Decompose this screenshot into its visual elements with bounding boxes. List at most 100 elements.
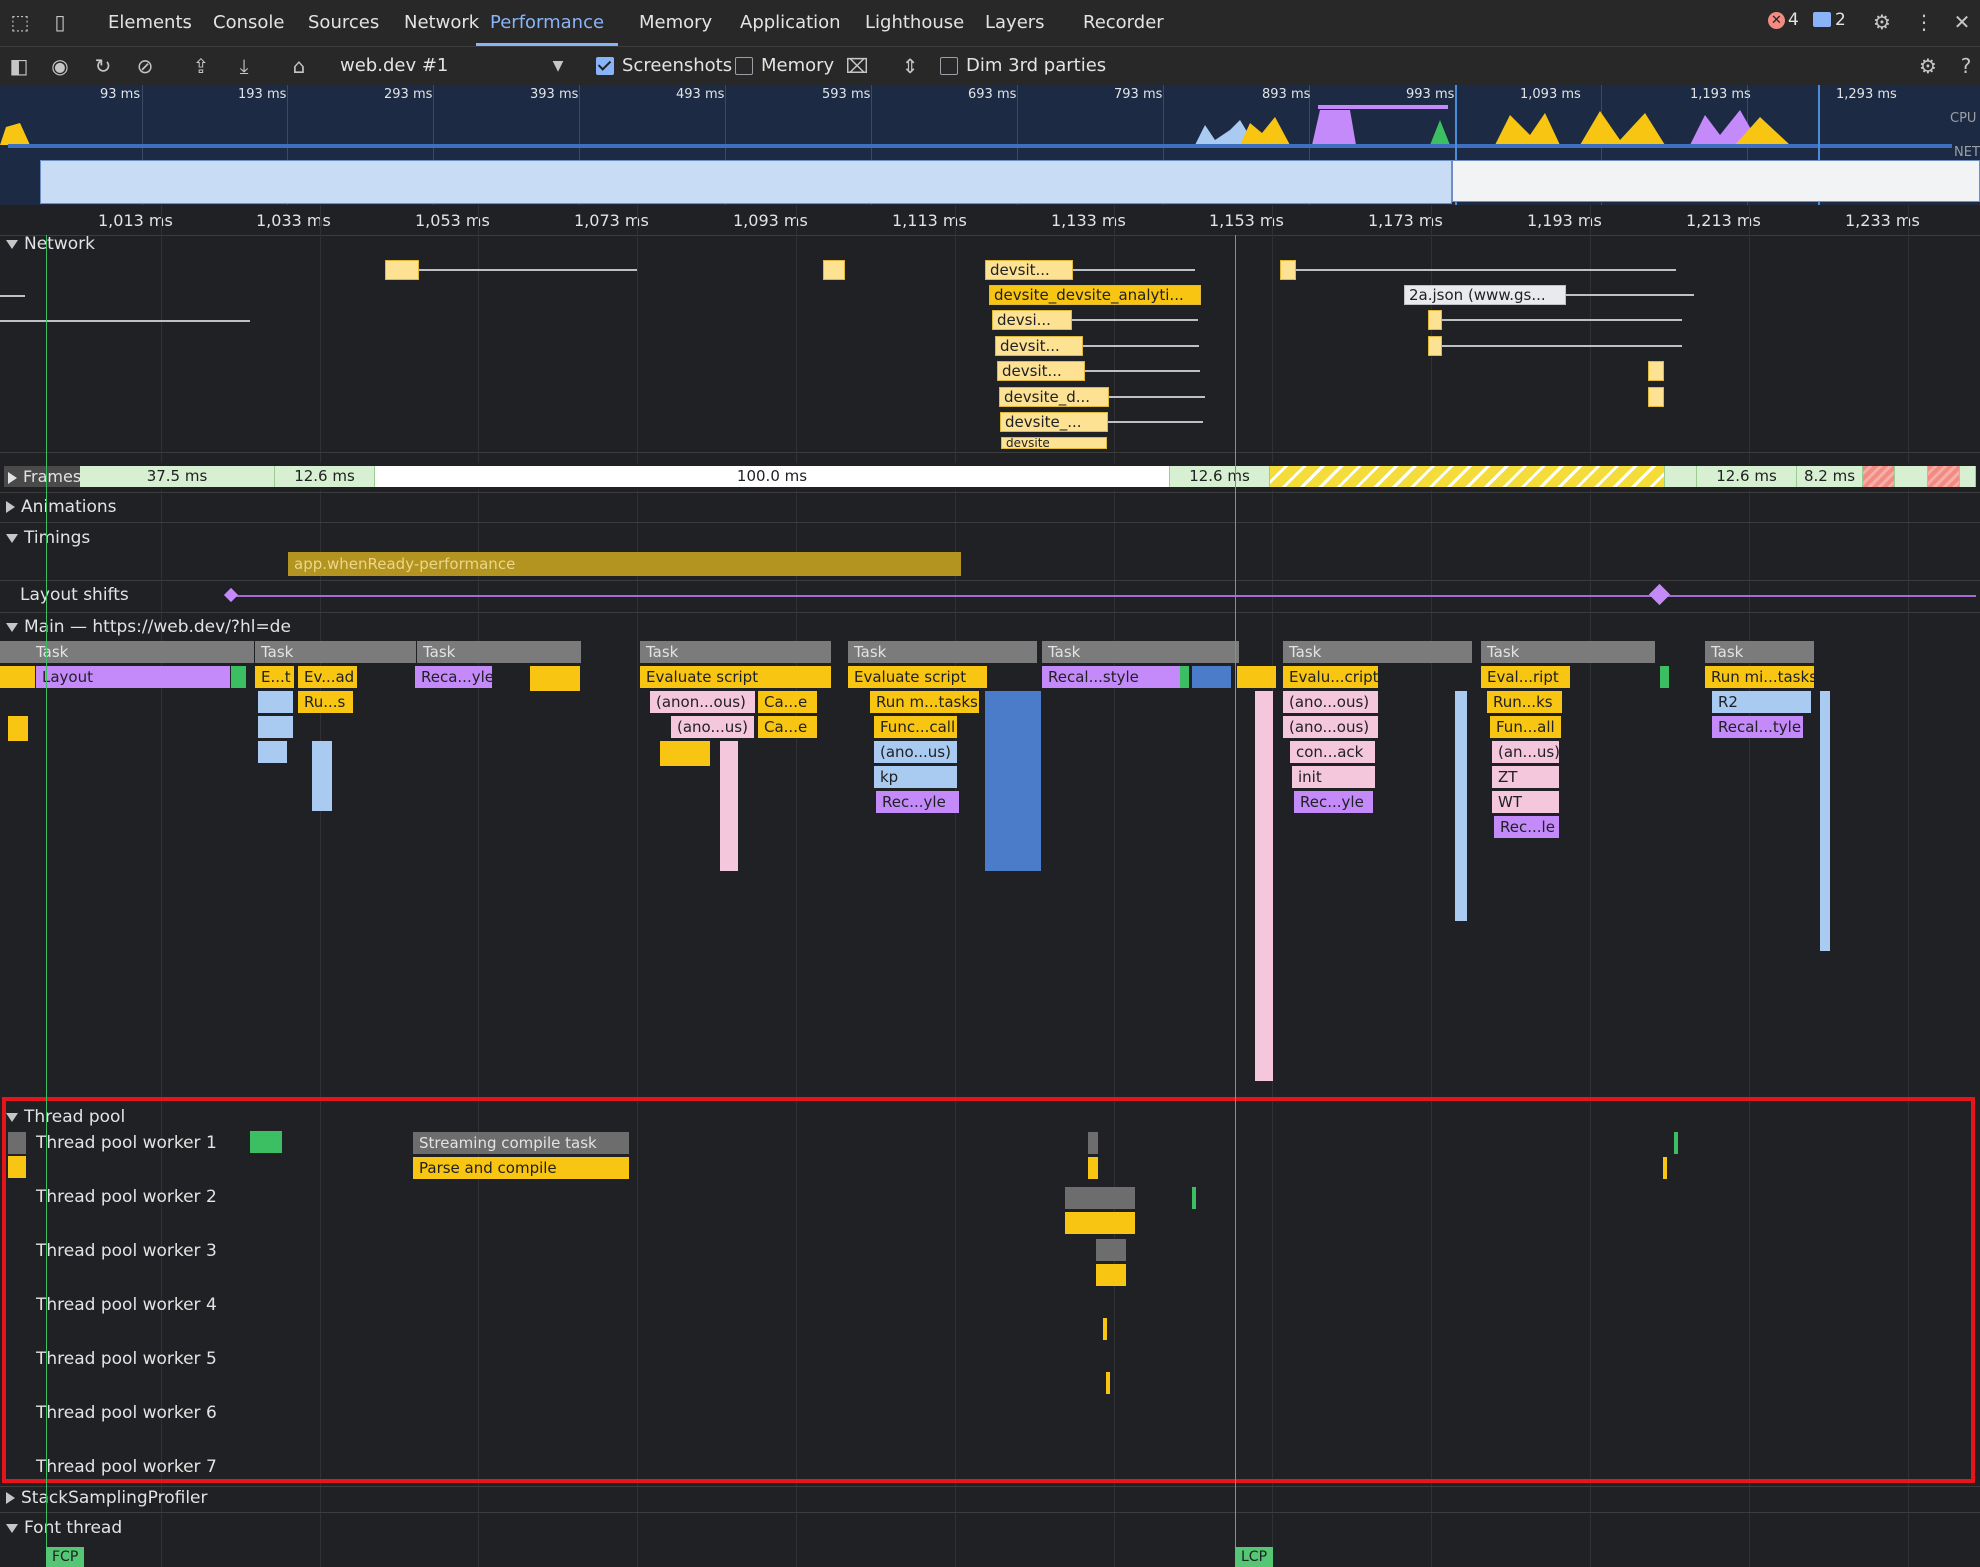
network-request[interactable]: devsite_... (1000, 412, 1108, 432)
network-track-header[interactable]: Network (6, 234, 95, 254)
layout-shift-marker[interactable] (223, 587, 239, 603)
tab-elements[interactable]: Elements (108, 0, 192, 46)
fcp-marker[interactable]: FCP (46, 1547, 85, 1567)
flame-task[interactable]: Task (0, 641, 255, 663)
flame-entry[interactable]: Ca...e (758, 691, 818, 713)
flame-entry[interactable] (1180, 666, 1190, 688)
network-request[interactable]: devsite (1001, 437, 1107, 449)
flame-entry[interactable]: E...t (255, 666, 295, 688)
clear-icon[interactable]: ⊘ (132, 53, 158, 79)
network-request[interactable] (823, 260, 845, 280)
more-options-icon[interactable]: ⋮ (1912, 10, 1936, 34)
tab-recorder[interactable]: Recorder (1083, 0, 1164, 46)
flame-task[interactable]: Task (1042, 641, 1240, 663)
flame-entry[interactable]: (anon...ous) (650, 691, 756, 713)
dropped-frame[interactable] (1928, 466, 1960, 487)
flame-entry[interactable]: (an...us) (1492, 741, 1560, 763)
main-track-header[interactable]: Main — https://web.dev/?hl=de (6, 617, 291, 637)
download-icon[interactable]: ⤓ (231, 53, 257, 79)
flame-task[interactable]: Task (1705, 641, 1815, 663)
flame-entry[interactable]: Ca...e (758, 716, 818, 738)
flame-entry[interactable]: con...ack (1290, 741, 1376, 763)
tab-layers[interactable]: Layers (985, 0, 1045, 46)
help-icon[interactable]: ? (1953, 53, 1979, 79)
flame-entry[interactable] (1660, 666, 1670, 688)
frame-bar[interactable]: 12.6 ms (1170, 466, 1270, 487)
flame-entry[interactable]: Recal...style (1042, 666, 1182, 688)
flame-entry[interactable]: Run m...tasks (870, 691, 980, 713)
tab-console[interactable]: Console (213, 0, 284, 46)
flame-task[interactable]: Task (1481, 641, 1656, 663)
timings-track-header[interactable]: Timings (6, 528, 90, 548)
tab-memory[interactable]: Memory (639, 0, 712, 46)
flame-entry[interactable] (0, 666, 36, 688)
recording-select[interactable]: web.dev #1 (340, 47, 448, 85)
frame-bar[interactable] (1895, 466, 1928, 487)
network-request[interactable] (385, 260, 419, 280)
flame-entry[interactable]: Ru...s (298, 691, 354, 713)
flame-entry[interactable]: Func...call (874, 716, 958, 738)
flame-task[interactable]: Task (417, 641, 582, 663)
inspect-element-icon[interactable]: ⬚ (8, 10, 32, 34)
garbage-collect-icon[interactable]: ⌧ (844, 53, 870, 79)
flame-entry[interactable]: (ano...ous) (1283, 691, 1379, 713)
frame-bar[interactable] (1665, 466, 1697, 487)
collapse-tracks-icon[interactable]: ⇕ (897, 53, 923, 79)
flame-entry[interactable]: init (1292, 766, 1376, 788)
animations-track-header[interactable]: Animations (6, 497, 117, 517)
network-request[interactable]: devsit... (985, 260, 1073, 280)
lcp-marker[interactable]: LCP (1235, 1547, 1274, 1567)
tab-performance[interactable]: Performance (476, 0, 619, 46)
flame-entry[interactable]: Evaluate script (848, 666, 988, 688)
flame-entry[interactable] (258, 716, 294, 738)
flame-entry[interactable]: (ano...ous) (1283, 716, 1379, 738)
frames-track-header[interactable]: Frames (4, 466, 82, 487)
dim-third-parties-checkbox[interactable] (940, 57, 958, 75)
capture-settings-icon[interactable]: ⚙ (1915, 53, 1941, 79)
network-request[interactable]: devsit... (995, 336, 1083, 356)
frame-bar[interactable] (1960, 466, 1976, 487)
device-toolbar-icon[interactable]: ▯ (48, 10, 72, 34)
flame-entry[interactable]: kp (874, 766, 958, 788)
network-request[interactable] (1428, 310, 1442, 330)
frame-bar[interactable]: 37.5 ms (80, 466, 275, 487)
frame-bar[interactable]: 100.0 ms (375, 466, 1170, 487)
screenshots-checkbox[interactable] (596, 57, 614, 75)
network-request[interactable] (1428, 336, 1442, 356)
network-request[interactable]: 2a.json (www.gs... (1404, 285, 1566, 305)
message-icon[interactable] (1813, 12, 1831, 27)
toggle-sidebar-icon[interactable]: ◧ (6, 53, 32, 79)
reload-record-icon[interactable]: ↻ (90, 53, 116, 79)
screenshot-thumbnails[interactable] (1452, 160, 1980, 202)
flame-entry[interactable]: Eval...ript (1481, 666, 1571, 688)
flame-entry[interactable]: (ano...us) (874, 741, 958, 763)
layout-shifts-track-header[interactable]: Layout shifts (20, 585, 129, 605)
network-request[interactable]: devsite_d... (999, 387, 1109, 407)
memory-checkbox[interactable] (735, 57, 753, 75)
flame-entry[interactable] (231, 666, 247, 688)
flame-entry[interactable] (258, 691, 294, 713)
stack-sampling-track-header[interactable]: StackSamplingProfiler (6, 1488, 208, 1508)
flame-entry[interactable]: ZT (1492, 766, 1560, 788)
flame-task[interactable]: Task (640, 641, 832, 663)
tab-network[interactable]: Network (404, 0, 479, 46)
frame-bar[interactable]: 12.6 ms (275, 466, 375, 487)
partial-frames[interactable] (1270, 466, 1665, 487)
frame-bar[interactable]: 8.2 ms (1797, 466, 1863, 487)
flame-entry[interactable]: Rec...yle (1294, 791, 1374, 813)
frame-bar[interactable]: 12.6 ms (1697, 466, 1797, 487)
error-icon[interactable]: ✕ (1768, 12, 1785, 29)
flame-entry[interactable]: Rec...yle (876, 791, 960, 813)
flame-entry[interactable]: Recal...tyle (1712, 716, 1804, 738)
flame-entry[interactable]: Layout (36, 666, 231, 688)
network-request[interactable]: devsi... (992, 310, 1072, 330)
screenshot-filmstrip[interactable] (40, 160, 1452, 204)
user-timing-measure[interactable]: app.whenReady-performance (288, 552, 961, 576)
network-request[interactable]: devsit... (997, 361, 1085, 381)
flame-entry[interactable]: Rec...le (1494, 816, 1560, 838)
font-thread-track-header[interactable]: Font thread (6, 1518, 122, 1538)
chevron-down-icon[interactable]: ▼ (545, 53, 571, 79)
tab-sources[interactable]: Sources (308, 0, 379, 46)
flame-entry[interactable]: Evaluate script (640, 666, 832, 688)
close-icon[interactable]: ✕ (1950, 10, 1974, 34)
